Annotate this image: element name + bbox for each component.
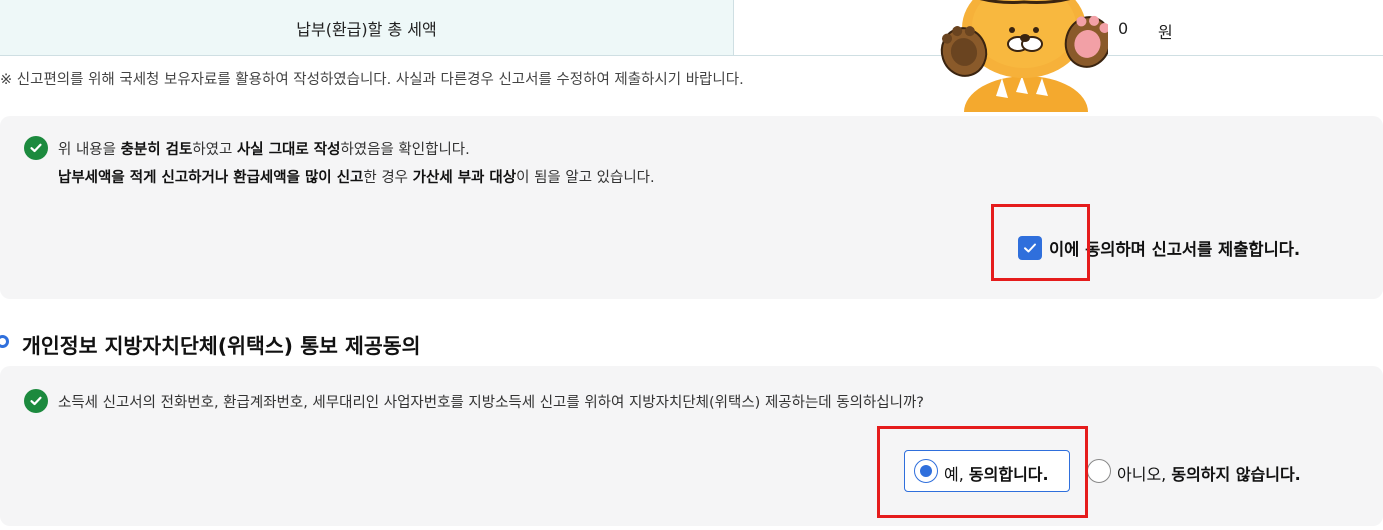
confirmation-line-1: 위 내용을 충분히 검토하였고 사실 그대로 작성하였음을 확인합니다. [58,142,470,158]
section-bullet-icon [0,335,9,348]
consent-no-radio[interactable] [1087,459,1111,483]
total-tax-row: 납부(환급)할 총 세액 [0,0,1383,56]
total-tax-amount: 0 [1118,19,1129,38]
highlight-box-consent [877,426,1088,518]
check-circle-icon [24,136,48,160]
consent-no-label[interactable]: 아니오, 동의하지 않습니다. [1117,461,1301,485]
privacy-question: 소득세 신고서의 전화번호, 환급계좌번호, 세무대리인 사업자번호를 지방소득… [58,395,924,411]
highlight-box-checkbox [991,204,1090,281]
mascot-lion-icon [940,0,1108,112]
check-circle-icon [24,389,48,413]
privacy-panel [0,366,1383,526]
privacy-section-title: 개인정보 지방자치단체(위택스) 통보 제공동의 [22,334,421,358]
confirmation-line-2: 납부세액을 적게 신고하거나 환급세액을 많이 신고한 경우 가산세 부과 대상… [58,170,655,186]
total-tax-label: 납부(환급)할 총 세액 [0,0,734,55]
total-tax-unit: 원 [1158,23,1173,42]
notice-text: ※ 신고편의를 위해 국세청 보유자료를 활용하여 작성하였습니다. 사실과 다… [0,72,744,88]
